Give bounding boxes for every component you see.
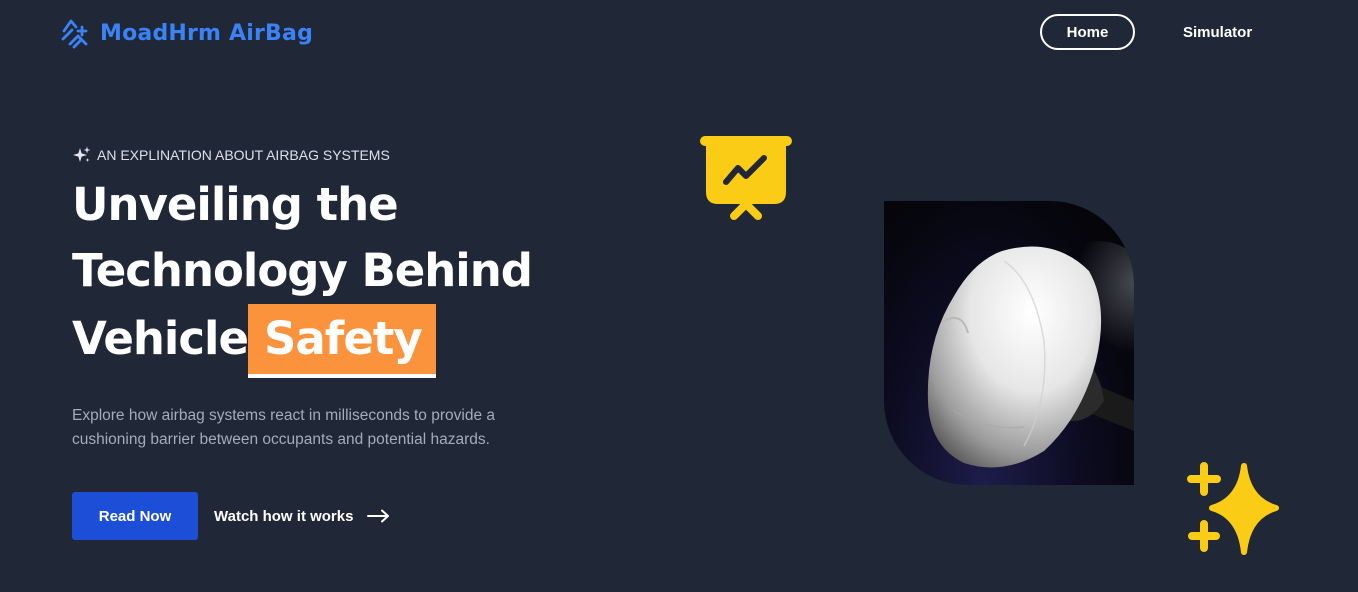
- arrow-right-icon: [367, 509, 390, 523]
- brand-name: MoadHrm AirBag: [100, 20, 314, 46]
- watch-how-it-works-link[interactable]: Watch how it works: [214, 504, 391, 528]
- watch-link-label: Watch how it works: [214, 507, 354, 525]
- brand-logo[interactable]: MoadHrm AirBag: [60, 17, 313, 49]
- hero-eyebrow: AN EXPLINATION ABOUT AIRBAG SYSTEMS: [73, 146, 390, 164]
- hero-title-plain-word: Vehicle: [72, 312, 249, 365]
- page: MoadHrm AirBag Home Simulator AN EXPLINA…: [0, 0, 1358, 592]
- main-nav: Home Simulator: [1040, 14, 1252, 50]
- airbag-logo-icon: [61, 19, 88, 49]
- hero-title-highlight: Safety: [247, 304, 436, 378]
- eyebrow-text: AN EXPLINATION ABOUT AIRBAG SYSTEMS: [97, 147, 390, 163]
- read-now-button[interactable]: Read Now: [72, 492, 198, 540]
- hero-description: Explore how airbag systems react in mill…: [72, 407, 495, 448]
- deployed-airbag-image: [884, 201, 1134, 485]
- airbag-illustration: [927, 241, 1134, 468]
- hero-title-line-3: Vehicle Safety: [72, 304, 632, 378]
- sparkle-icon: [73, 146, 91, 162]
- hero-title-line-1: Unveiling the: [72, 178, 399, 231]
- presentation-chart-icon: [700, 136, 792, 220]
- hero-title-line-2: Technology Behind: [72, 244, 533, 297]
- hero-title: Unveiling the Technology Behind Vehicle S…: [72, 172, 632, 378]
- nav-home-link[interactable]: Home: [1040, 14, 1135, 50]
- nav-simulator-link[interactable]: Simulator: [1183, 14, 1252, 50]
- sparkles-icon: [1187, 462, 1279, 555]
